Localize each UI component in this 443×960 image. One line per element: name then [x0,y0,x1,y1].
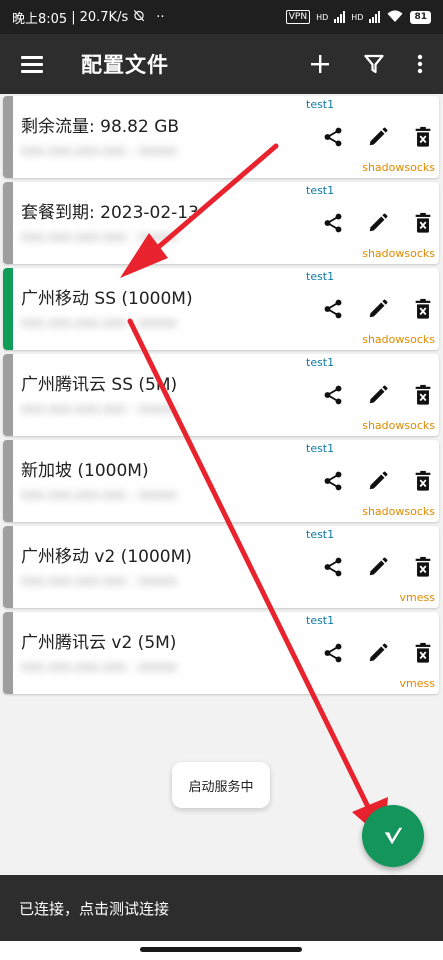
selection-indicator [3,182,13,264]
profile-name: 套餐到期: 2023-02-13 [21,203,199,223]
home-indicator[interactable] [140,947,302,952]
edit-icon[interactable] [355,466,400,496]
selection-indicator [3,96,13,178]
protocol-type: shadowsocks [362,161,435,174]
protocol-type: shadowsocks [362,505,435,518]
profile-address: xxx.xxx.xxx.xxx : xxxxx [21,402,177,417]
share-icon[interactable] [310,638,355,668]
connection-status-bar[interactable]: 已连接，点击测试连接 [0,875,443,941]
profile-card[interactable]: 新加坡 (1000M) xxx.xxx.xxx.xxx : xxxxx test… [3,440,439,522]
share-icon[interactable] [310,208,355,238]
more-notifications-icon: ·· [156,9,165,25]
signal-icon [334,11,346,23]
profile-card[interactable]: 广州腾讯云 v2 (5M) xxx.xxx.xxx.xxx : xxxxx te… [3,612,439,694]
profile-name: 广州腾讯云 v2 (5M) [21,633,177,653]
menu-icon[interactable] [21,56,43,73]
profile-name: 广州移动 v2 (1000M) [21,547,192,567]
delete-icon[interactable] [400,208,439,238]
subscription-label: test1 [306,98,335,111]
selection-indicator [3,268,13,350]
protocol-type: shadowsocks [362,247,435,260]
more-vertical-icon[interactable] [397,41,443,87]
selection-indicator [3,526,13,608]
protocol-type: vmess [399,677,435,690]
share-icon[interactable] [310,294,355,324]
edit-icon[interactable] [355,638,400,668]
subscription-label: test1 [306,528,335,541]
edit-icon[interactable] [355,208,400,238]
app-toolbar: 配置文件 [0,34,443,94]
edit-icon[interactable] [355,552,400,582]
profile-card[interactable]: 广州移动 SS (1000M) xxx.xxx.xxx.xxx : xxxxx … [3,268,439,350]
battery-icon: 81 [410,10,431,24]
share-icon[interactable] [310,380,355,410]
toast-message: 启动服务中 [172,762,270,808]
status-time: 晚上8:05 [12,11,68,27]
subscription-label: test1 [306,442,335,455]
signal-icon-2 [369,11,381,23]
subscription-label: test1 [306,356,335,369]
share-icon[interactable] [310,552,355,582]
edit-icon[interactable] [355,122,400,152]
profile-card[interactable]: 广州移动 v2 (1000M) xxx.xxx.xxx.xxx : xxxxx … [3,526,439,608]
profile-name: 广州腾讯云 SS (5M) [21,375,178,395]
hd-badge-2: HD [351,12,364,22]
delete-icon[interactable] [400,294,439,324]
alarm-off-icon [132,8,146,26]
wifi-icon [386,9,404,26]
subscription-label: test1 [306,270,335,283]
selection-indicator [3,440,13,522]
subscription-label: test1 [306,184,335,197]
filter-icon[interactable] [351,41,397,87]
status-speed: 20.7K/s [79,9,129,25]
protocol-type: shadowsocks [362,333,435,346]
profile-name: 广州移动 SS (1000M) [21,289,193,309]
status-bar: 晚上8:05 | 20.7K/s ·· VPN HD HD 81 [0,0,443,34]
profile-card[interactable]: 广州腾讯云 SS (5M) xxx.xxx.xxx.xxx : xxxxx te… [3,354,439,436]
page-title: 配置文件 [81,53,169,77]
profile-address: xxx.xxx.xxx.xxx : xxxxx [21,660,177,675]
connection-status-text: 已连接，点击测试连接 [19,899,170,918]
delete-icon[interactable] [400,380,439,410]
protocol-type: shadowsocks [362,419,435,432]
delete-icon[interactable] [400,552,439,582]
profile-address: xxx.xxx.xxx.xxx : xxxxx [21,488,177,503]
edit-icon[interactable] [355,294,400,324]
profile-card[interactable]: 套餐到期: 2023-02-13 xxx.xxx.xxx.xxx : xxxxx… [3,182,439,264]
profile-address: xxx.xxx.xxx.xxx : xxxxx [21,316,177,331]
v-logo-icon[interactable] [362,805,424,867]
profile-address: xxx.xxx.xxx.xxx : xxxxx [21,574,177,589]
delete-icon[interactable] [400,122,439,152]
share-icon[interactable] [310,466,355,496]
vpn-badge: VPN [285,10,311,24]
delete-icon[interactable] [400,638,439,668]
share-icon[interactable] [310,122,355,152]
system-nav-bar [0,941,443,960]
subscription-label: test1 [306,614,335,627]
profile-name: 新加坡 (1000M) [21,461,149,481]
profile-card[interactable]: 剩余流量: 98.82 GB xxx.xxx.xxx.xxx : xxxxx t… [3,96,439,178]
selection-indicator [3,612,13,694]
edit-icon[interactable] [355,380,400,410]
plus-icon[interactable] [297,41,343,87]
profile-address: xxx.xxx.xxx.xxx : xxxxx [21,230,177,245]
hd-badge: HD [316,12,329,22]
selection-indicator [3,354,13,436]
protocol-type: vmess [399,591,435,604]
delete-icon[interactable] [400,466,439,496]
profile-address: xxx.xxx.xxx.xxx : xxxxx [21,144,177,159]
profile-name: 剩余流量: 98.82 GB [21,117,180,137]
